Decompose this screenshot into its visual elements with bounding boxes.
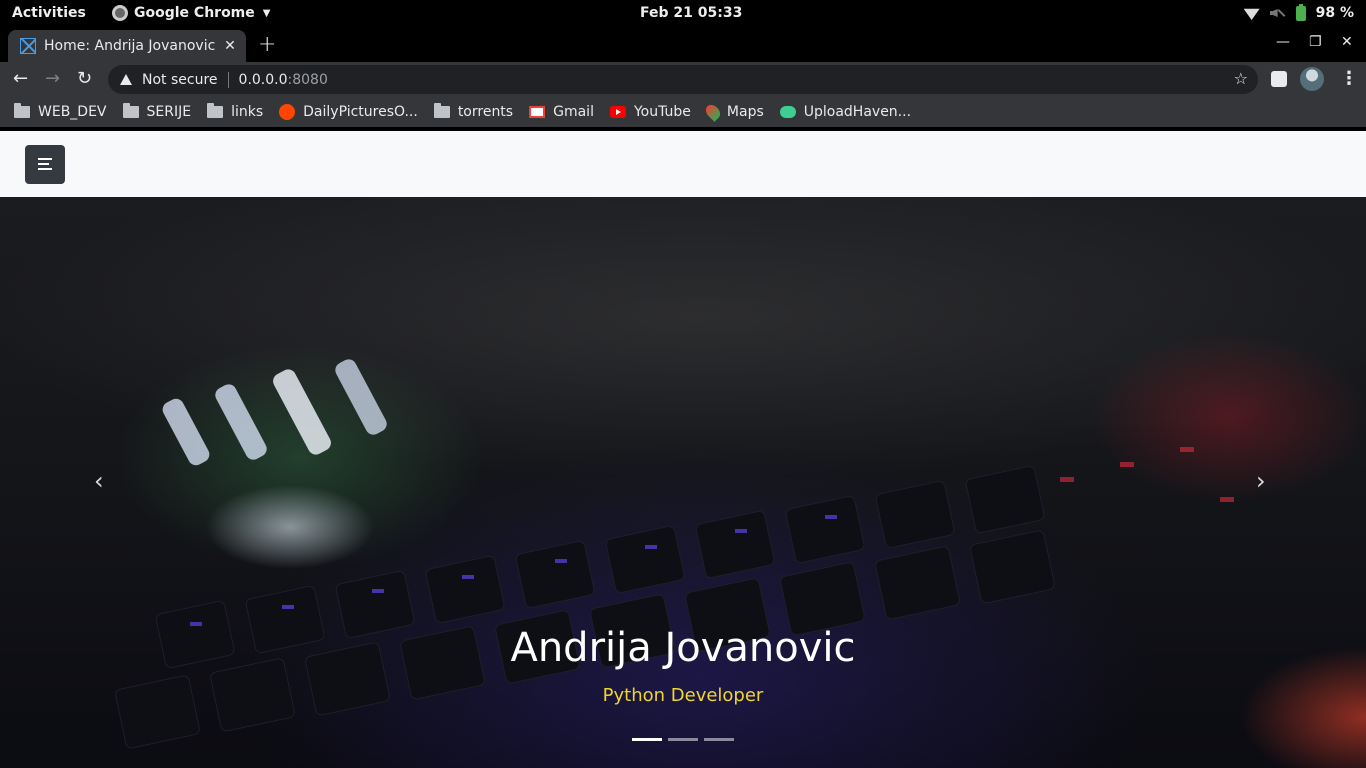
battery-percent: 98 % [1315, 5, 1354, 21]
hamburger-line [38, 158, 52, 160]
bookmark-youtube[interactable]: YouTube [609, 103, 691, 120]
bookmark-label: links [231, 103, 264, 120]
close-tab-icon[interactable]: ✕ [220, 38, 240, 54]
tab-title: Home: Andrija Jovanovic [44, 38, 216, 54]
folder-icon [122, 102, 139, 118]
bookmark-dailypictures[interactable]: DailyPicturesO... [279, 103, 418, 120]
address-bar[interactable]: Not secure 0.0.0.0 :8080 ☆ [108, 65, 1258, 94]
minimize-icon[interactable]: — [1276, 34, 1290, 50]
clock[interactable]: Feb 21 05:33 [640, 5, 742, 21]
bookmark-label: Maps [726, 103, 764, 120]
bookmark-maps[interactable]: Maps [703, 101, 764, 122]
system-tray[interactable]: 98 % [1243, 3, 1354, 21]
more-menu-icon[interactable]: ⋮ [1340, 68, 1358, 89]
carousel-indicator[interactable] [632, 738, 662, 741]
site-favicon-icon [20, 38, 36, 54]
restore-icon[interactable]: ❐ [1309, 34, 1322, 50]
reload-icon[interactable]: ↻ [77, 68, 92, 89]
bookmark-gmail[interactable]: Gmail [529, 104, 594, 120]
page-viewport: ‹ › Andrija Jovanovic Python Developer [0, 131, 1366, 768]
tab-strip: Home: Andrija Jovanovic ✕ + — ❐ ✕ [0, 28, 1366, 62]
wifi-icon [1243, 8, 1260, 20]
youtube-icon [609, 105, 626, 118]
bookmark-label: WEB_DEV [38, 103, 107, 120]
carousel-indicator[interactable] [704, 738, 734, 741]
keyboard-background-image [115, 359, 1234, 749]
folder-icon [433, 102, 450, 118]
activities-button[interactable]: Activities [12, 5, 86, 21]
folder-icon [207, 102, 224, 118]
carousel-indicator[interactable] [668, 738, 698, 741]
site-navbar [0, 131, 1366, 197]
bookmark-label: SERIJE [146, 103, 192, 120]
url-host: 0.0.0.0 [238, 71, 288, 88]
hamburger-line [38, 168, 52, 170]
app-menu[interactable]: Google Chrome ▼ [112, 5, 270, 21]
bookmark-label: YouTube [633, 103, 691, 120]
extensions-icon[interactable] [1271, 71, 1287, 87]
bookmark-links[interactable]: links [207, 102, 264, 120]
chrome-icon [112, 5, 128, 21]
warning-icon [120, 74, 132, 85]
hamburger-line [38, 163, 49, 165]
volume-muted-icon [1270, 6, 1286, 20]
carousel-next-icon[interactable]: › [1256, 467, 1266, 495]
bookmark-label: UploadHaven... [803, 103, 912, 120]
maps-icon [703, 101, 723, 122]
cloud-icon [779, 105, 796, 118]
navbar-toggle-button[interactable] [25, 145, 65, 184]
bookmark-label: DailyPicturesO... [303, 103, 418, 120]
folder-icon [14, 102, 30, 118]
reddit-icon [279, 103, 296, 120]
bookmark-uploadhaven[interactable]: UploadHaven... [779, 103, 912, 120]
profile-avatar[interactable] [1300, 67, 1324, 91]
browser-toolbar: ← → ↻ Not secure 0.0.0.0 :8080 ☆ ⋮ [0, 62, 1366, 96]
hero-carousel: ‹ › Andrija Jovanovic Python Developer [0, 197, 1366, 768]
hero-title: Andrija Jovanovic [510, 625, 856, 671]
tab-home[interactable]: Home: Andrija Jovanovic ✕ [8, 30, 246, 62]
bookmarks-bar: WEB_DEV SERIJE links DailyPicturesO... t… [0, 96, 1366, 127]
url-port: :8080 [287, 71, 328, 88]
caret-down-icon: ▼ [262, 7, 271, 19]
carousel-indicators [632, 738, 734, 741]
bookmark-label: torrents [457, 103, 514, 120]
hero-subtitle: Python Developer [602, 685, 764, 706]
new-tab-button[interactable]: + [258, 32, 276, 57]
app-name: Google Chrome [134, 5, 255, 21]
bookmark-serije[interactable]: SERIJE [122, 102, 192, 120]
bookmark-torrents[interactable]: torrents [433, 102, 514, 120]
gmail-icon [529, 105, 546, 118]
carousel-prev-icon[interactable]: ‹ [94, 467, 104, 495]
back-icon[interactable]: ← [13, 68, 28, 89]
bookmark-label: Gmail [553, 103, 594, 120]
battery-icon [1295, 3, 1306, 21]
bookmark-star-icon[interactable]: ☆ [1234, 69, 1248, 88]
divider [227, 71, 229, 88]
forward-icon[interactable]: → [45, 68, 60, 89]
bookmark-web-dev[interactable]: WEB_DEV [14, 102, 107, 120]
security-label[interactable]: Not secure [142, 72, 218, 88]
close-window-icon[interactable]: ✕ [1341, 34, 1353, 50]
system-top-bar: Activities Google Chrome ▼ Feb 21 05:33 … [0, 0, 1366, 28]
